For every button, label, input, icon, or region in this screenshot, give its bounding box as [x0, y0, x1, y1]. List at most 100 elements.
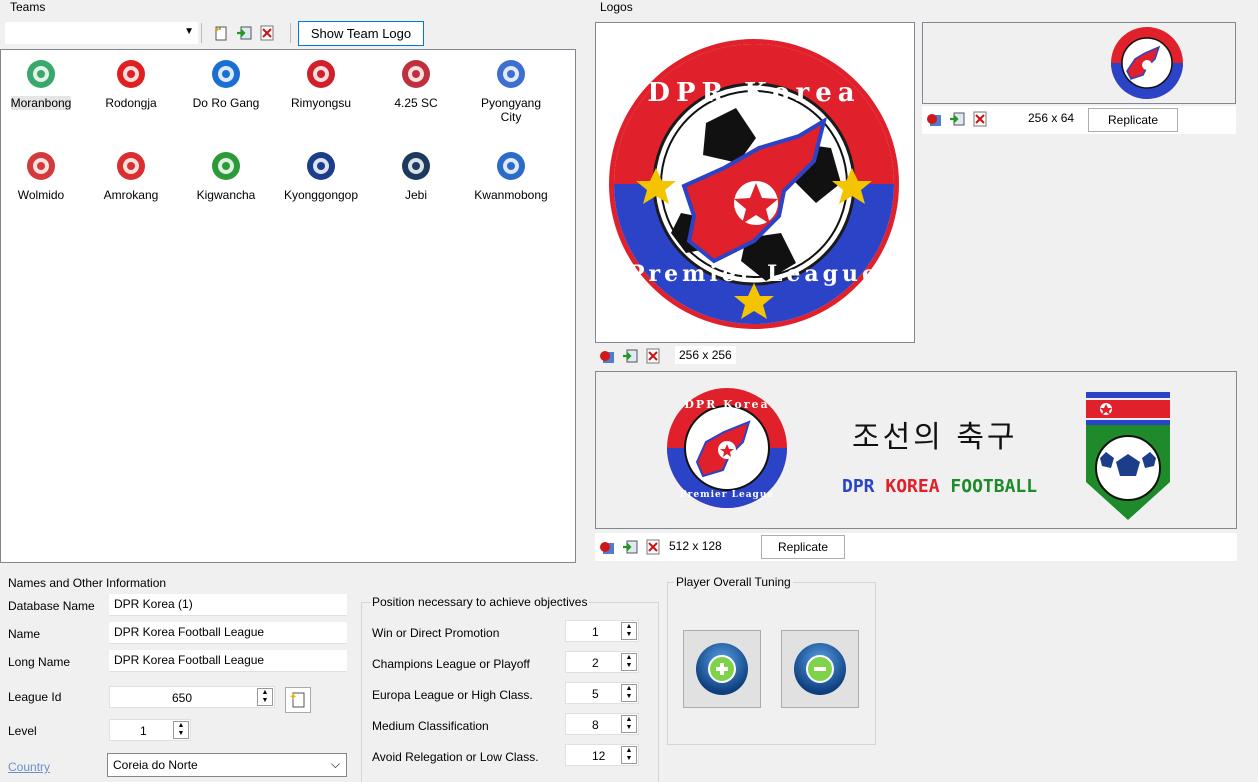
- team-item[interactable]: Amrokang: [91, 150, 171, 202]
- team-name: Rodongja: [105, 96, 157, 110]
- logo-256-size: 256 x 256: [675, 346, 736, 364]
- stepper-arrows-icon[interactable]: ▲ ▼: [621, 622, 637, 640]
- league-id-value: 650: [172, 691, 193, 705]
- team-item[interactable]: Kigwancha: [186, 150, 266, 202]
- plus-icon: [696, 643, 748, 695]
- long-name-field[interactable]: DPR Korea Football League: [109, 650, 347, 672]
- team-name: Wolmido: [17, 188, 65, 202]
- logo-64-panel[interactable]: [922, 22, 1236, 104]
- stepper-arrows-icon[interactable]: ▲ ▼: [173, 721, 189, 739]
- team-list[interactable]: Moranbong Rodongja Do Ro Gang Rimyongsu 4.25…: [0, 49, 576, 563]
- minus-icon: [794, 643, 846, 695]
- name-label: Name: [8, 627, 41, 641]
- logo-large-bottom-text: Premier League: [628, 261, 880, 287]
- team-name: Kwanmobong: [474, 188, 548, 202]
- name-field[interactable]: DPR Korea Football League: [109, 622, 347, 644]
- english-banner-text: DPR KOREA FOOTBALL: [842, 476, 1037, 497]
- level-stepper[interactable]: 1 ▲ ▼: [109, 719, 191, 741]
- team-item[interactable]: Rodongja: [91, 58, 171, 110]
- team-item[interactable]: Jebi: [376, 150, 456, 202]
- team-item[interactable]: Pyongyang City: [471, 58, 551, 124]
- new-league-id-button[interactable]: ✦: [285, 687, 311, 713]
- delete-team-icon[interactable]: [259, 25, 275, 41]
- team-item[interactable]: Do Ro Gang: [186, 58, 266, 110]
- logo-128-size: 512 x 128: [665, 537, 726, 555]
- team-item[interactable]: Rimyongsu: [281, 58, 361, 110]
- increase-overall-button[interactable]: [683, 630, 761, 708]
- load-logo-icon[interactable]: [599, 348, 615, 364]
- new-item-icon: ✦: [289, 692, 305, 708]
- names-title: Names and Other Information: [8, 576, 167, 590]
- objective-stepper[interactable]: 2 ▲ ▼: [565, 651, 639, 673]
- import-team-icon[interactable]: [236, 25, 252, 41]
- stepper-arrows-icon[interactable]: ▲ ▼: [621, 653, 637, 671]
- logo-64-toolbar: 256 x 64 Replicate: [922, 106, 1236, 134]
- objective-value: 5: [592, 687, 599, 701]
- country-value: Coreia do Norte: [113, 758, 198, 772]
- league-logo-small: [1111, 27, 1183, 99]
- load-logo-wide-icon[interactable]: [599, 539, 615, 555]
- chevron-down-icon[interactable]: ▼: [184, 26, 194, 37]
- team-name: Amrokang: [103, 188, 159, 202]
- team-logo-icon: [27, 152, 55, 180]
- toolbar-separator: [201, 23, 202, 43]
- team-item[interactable]: Wolmido: [1, 150, 81, 202]
- team-name: Moranbong: [10, 96, 72, 110]
- team-item[interactable]: 4.25 SC: [376, 58, 456, 110]
- delete-logo-icon[interactable]: [645, 348, 661, 364]
- team-logo-icon: [402, 152, 430, 180]
- team-select[interactable]: ▼: [5, 22, 198, 44]
- objective-stepper[interactable]: 5 ▲ ▼: [565, 682, 639, 704]
- team-logo-icon: [497, 152, 525, 180]
- replicate-wide-button[interactable]: Replicate: [761, 535, 845, 559]
- logo-64-size: 256 x 64: [1024, 109, 1079, 127]
- stepper-arrows-icon[interactable]: ▲ ▼: [257, 688, 273, 706]
- level-value: 1: [140, 724, 147, 738]
- league-id-label: League Id: [8, 690, 62, 704]
- team-logo-icon: [27, 60, 55, 88]
- league-id-stepper[interactable]: 650 ▲ ▼: [109, 686, 275, 708]
- database-name-field[interactable]: DPR Korea (1): [109, 594, 347, 616]
- delete-logo-small-icon[interactable]: [972, 111, 988, 127]
- logo-256-panel[interactable]: DPR Korea Premier League: [595, 22, 915, 343]
- stepper-arrows-icon[interactable]: ▲ ▼: [621, 715, 637, 733]
- load-logo-small-icon[interactable]: [926, 111, 942, 127]
- team-logo-icon: [307, 152, 335, 180]
- export-logo-icon[interactable]: [622, 348, 638, 364]
- toolbar-separator-2: [290, 23, 291, 43]
- new-team-icon[interactable]: ✦: [213, 25, 229, 41]
- banner-korea: KOREA: [885, 476, 950, 497]
- logo-128-panel[interactable]: DPR Korea Premier League 조선의 축구 DPR KORE…: [595, 371, 1237, 529]
- objective-stepper[interactable]: 12 ▲ ▼: [565, 744, 639, 766]
- stepper-arrows-icon[interactable]: ▲ ▼: [621, 746, 637, 764]
- decrease-overall-button[interactable]: [781, 630, 859, 708]
- country-label[interactable]: Country: [8, 760, 50, 774]
- team-item[interactable]: Kwanmobong: [471, 150, 551, 202]
- objective-value: 1: [592, 625, 599, 639]
- country-select[interactable]: Coreia do Norte ⌵: [107, 753, 347, 777]
- team-logo-icon: [117, 152, 145, 180]
- logo-wide-top-text: DPR Korea: [684, 398, 769, 411]
- long-name-label: Long Name: [8, 655, 71, 669]
- level-label: Level: [8, 724, 37, 738]
- team-name: 4.25 SC: [394, 96, 438, 110]
- stepper-arrows-icon[interactable]: ▲ ▼: [621, 684, 637, 702]
- logo-wide-bottom-text: Premier League: [680, 490, 774, 500]
- objective-label: Medium Classification: [372, 719, 489, 733]
- team-logo-icon: [497, 60, 525, 88]
- replicate-small-button[interactable]: Replicate: [1088, 108, 1178, 132]
- objective-stepper[interactable]: 8 ▲ ▼: [565, 713, 639, 735]
- team-item[interactable]: Moranbong: [1, 58, 81, 110]
- objective-label: Europa League or High Class.: [372, 688, 533, 702]
- team-logo-icon: [212, 60, 240, 88]
- show-team-logo-button[interactable]: Show Team Logo: [298, 21, 424, 46]
- export-logo-wide-icon[interactable]: [622, 539, 638, 555]
- delete-logo-wide-icon[interactable]: [645, 539, 661, 555]
- objective-stepper[interactable]: 1 ▲ ▼: [565, 620, 639, 642]
- chevron-down-icon[interactable]: ⌵: [331, 757, 340, 772]
- team-item[interactable]: Kyonggongop: [281, 150, 361, 202]
- objective-label: Champions League or Playoff: [372, 657, 530, 671]
- export-logo-small-icon[interactable]: [949, 111, 965, 127]
- team-logo-icon: [117, 60, 145, 88]
- objective-value: 2: [592, 656, 599, 670]
